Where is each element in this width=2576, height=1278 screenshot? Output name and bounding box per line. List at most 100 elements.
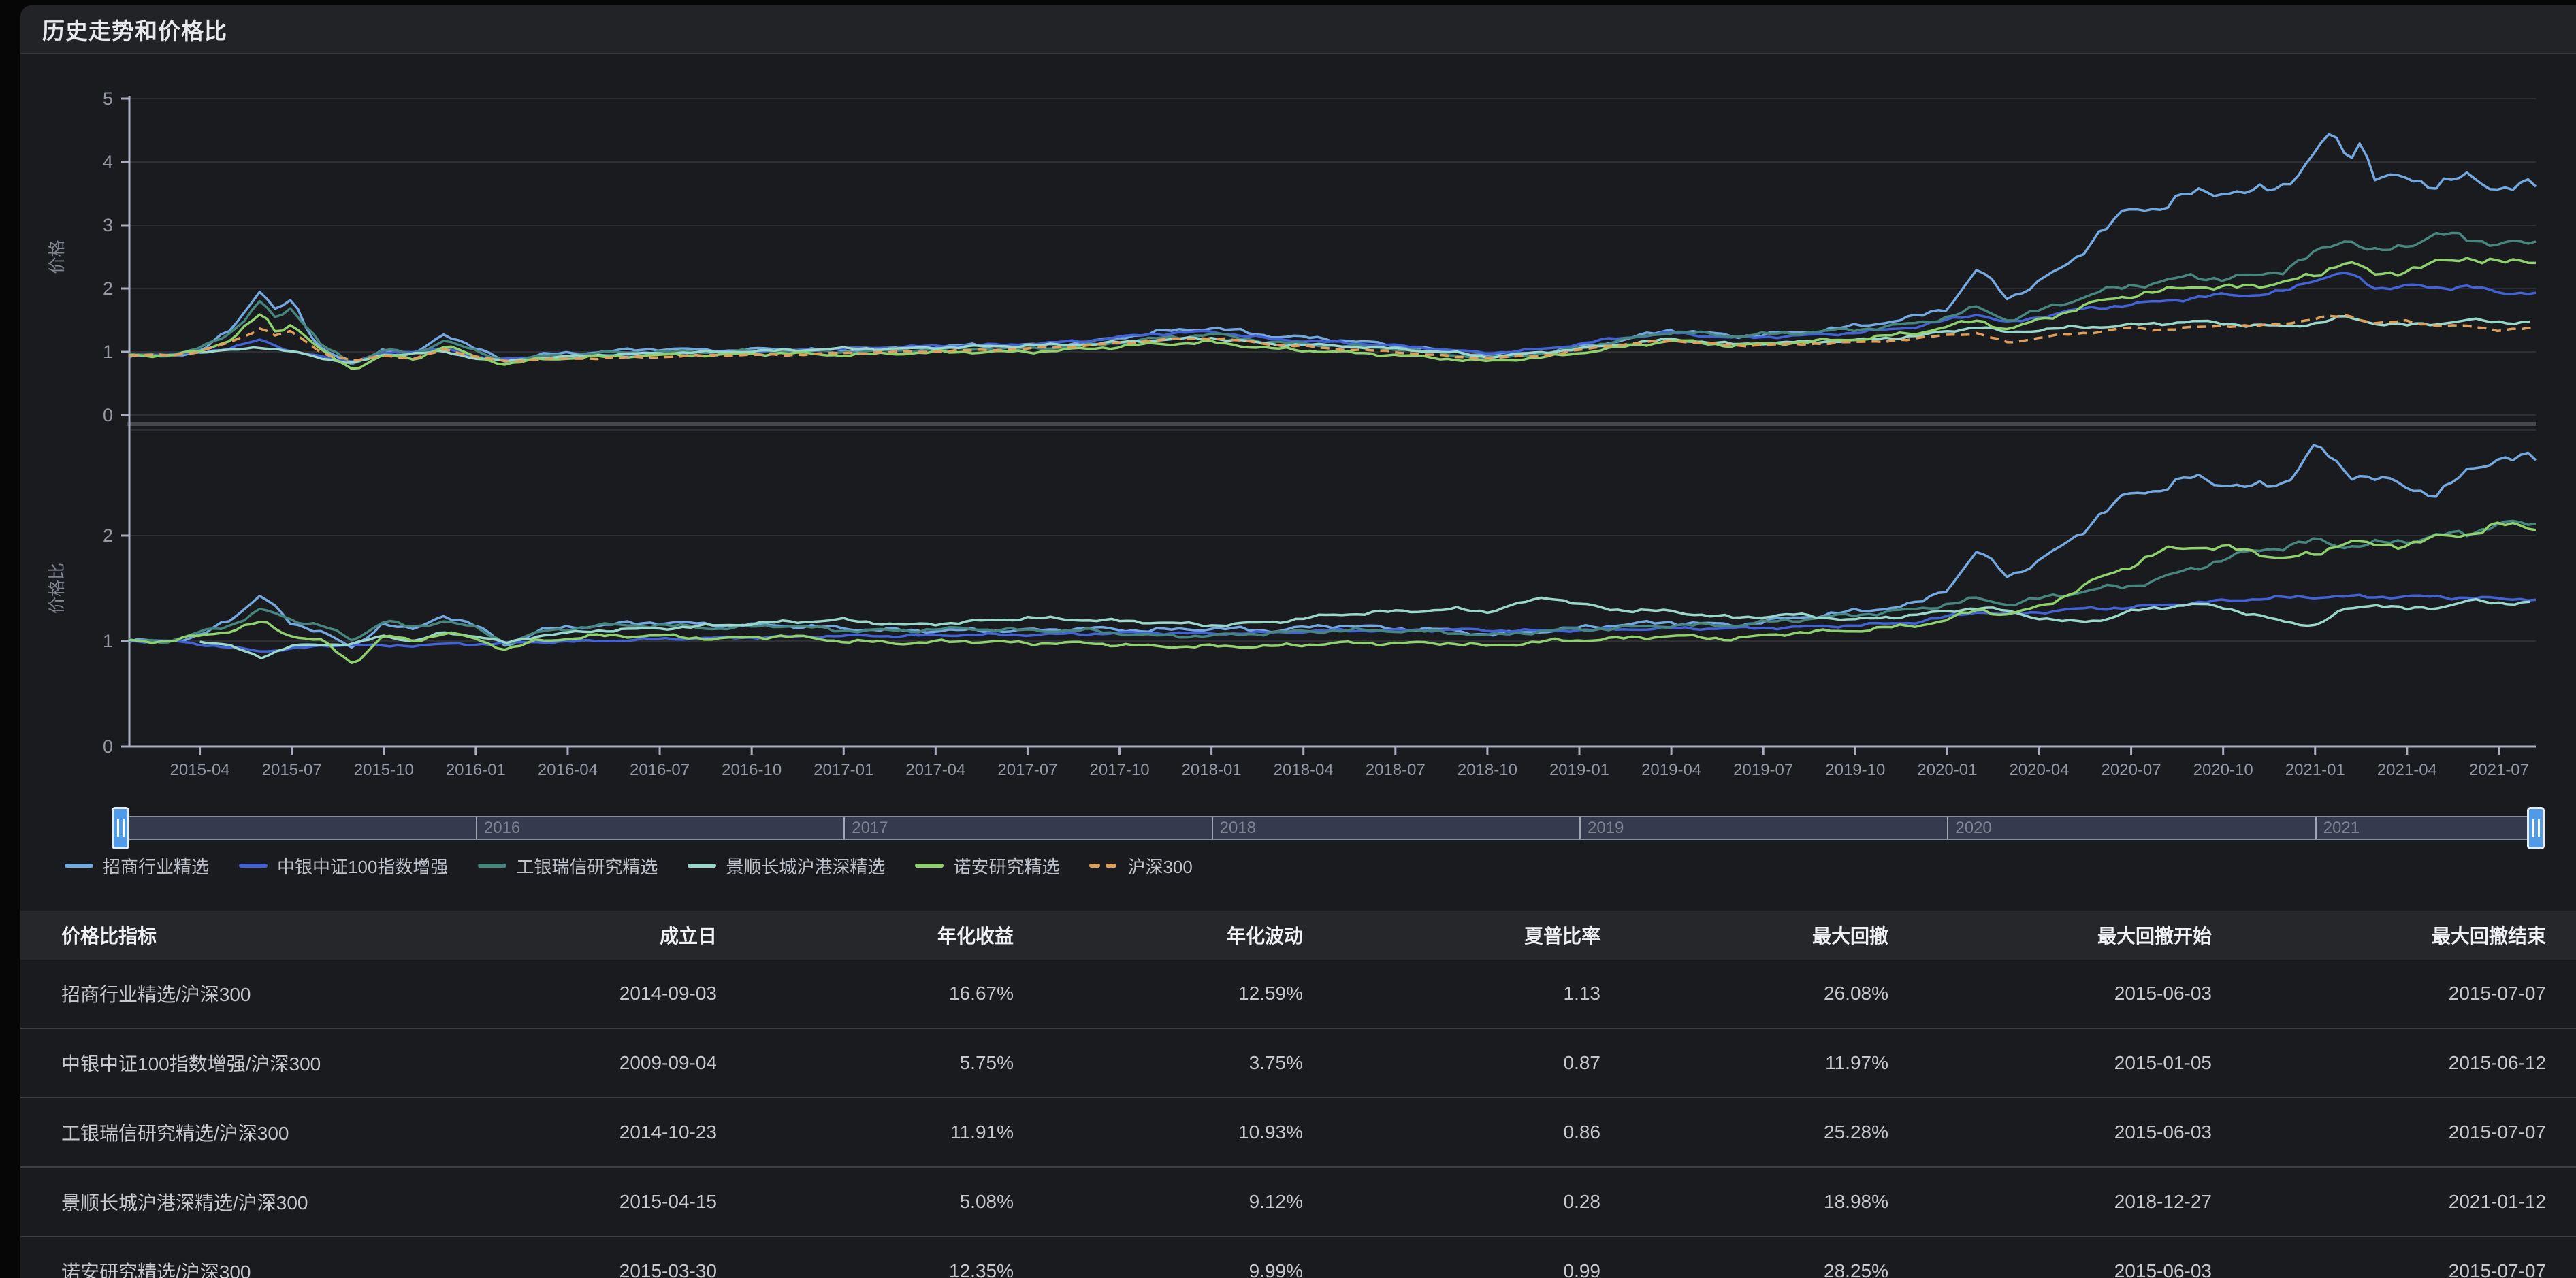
x-axis-label: 2015-10 — [354, 761, 414, 779]
ratio-axis-tick-label: 1 — [103, 631, 113, 651]
legend-label: 诺安研究精选 — [953, 853, 1059, 879]
x-axis-label: 2019-04 — [1641, 761, 1701, 779]
table-cell: 2014-10-23 — [442, 1098, 718, 1167]
table-cell: 招商行业精选/沪深300 — [20, 960, 442, 1028]
app-window: 历史走势和价格比 012345012价格价格比2015-042015-07201… — [0, 0, 2576, 1278]
x-axis-label: 2020-01 — [1917, 761, 1977, 779]
ratio-axis-tick-label: 2 — [103, 525, 113, 546]
axes: 012345012价格价格比2015-042015-072015-102016-… — [48, 88, 2536, 779]
legend-item-5[interactable]: 沪深300 — [1089, 853, 1192, 879]
table-cell: 工银瑞信研究精选/沪深300 — [20, 1098, 442, 1167]
legend-marker-icon — [65, 864, 93, 868]
x-axis-label: 2017-10 — [1089, 761, 1149, 779]
slider-handle-right[interactable] — [2527, 807, 2545, 849]
price-axis-name: 价格 — [48, 240, 67, 274]
x-axis-label: 2018-04 — [1274, 761, 1334, 779]
x-axis-label: 2020-04 — [2009, 761, 2069, 779]
x-axis-label: 2020-10 — [2193, 761, 2253, 779]
x-axis-label: 2015-04 — [170, 761, 230, 779]
legend-item-3[interactable]: 景顺长城沪港深精选 — [688, 853, 885, 879]
table-cell: 诺安研究精选/沪深300 — [20, 1236, 442, 1278]
ratio-series-line-4[interactable] — [129, 523, 2536, 663]
metrics-table: 价格比指标成立日年化收益年化波动夏普比率最大回撤最大回撤开始最大回撤结束 招商行… — [20, 911, 2576, 1278]
x-axis-label: 2017-01 — [814, 761, 873, 779]
chart-legend: 招商行业精选 中银中证100指数增强 工银瑞信研究精选 景顺长城沪港深精选 诺安研究精选… — [65, 853, 1193, 878]
table-cell: 0.28 — [1304, 1167, 1601, 1236]
table-cell: 2015-06-03 — [1889, 1236, 2212, 1278]
ratio-series-line-0[interactable] — [129, 445, 2536, 647]
table-cell: 0.86 — [1304, 1098, 1601, 1167]
table-cell: 2015-06-03 — [1889, 1098, 2212, 1167]
slider-year-divider — [1579, 817, 1581, 839]
x-axis-label: 2018-07 — [1366, 761, 1426, 779]
slider-handle-left[interactable] — [112, 807, 129, 849]
x-axis-label: 2019-10 — [1825, 761, 1885, 779]
legend-item-4[interactable]: 诺安研究精选 — [915, 853, 1059, 879]
table-cell: 25.28% — [1601, 1098, 1889, 1167]
legend-marker-icon — [239, 864, 268, 868]
slider-year-label: 2021 — [2323, 819, 2360, 838]
table-row: 招商行业精选/沪深3002014-09-0316.67%12.59%1.1326… — [20, 960, 2576, 1028]
table-cell: 景顺长城沪港深精选/沪深300 — [20, 1167, 442, 1236]
slider-year-label: 2019 — [1588, 819, 1624, 838]
price-axis-tick-label: 4 — [103, 152, 113, 172]
table-cell: 11.91% — [718, 1098, 1014, 1167]
slider-year-label: 2017 — [852, 819, 888, 838]
table-cell: 2015-07-07 — [2212, 1236, 2576, 1278]
slider-year-label: 2020 — [1955, 819, 1991, 838]
price-axis-tick-label: 2 — [103, 278, 113, 299]
table-cell: 2015-03-30 — [442, 1236, 718, 1278]
table-header-cell: 年化波动 — [1014, 911, 1304, 960]
table-cell: 2015-07-07 — [2212, 1098, 2576, 1167]
x-axis-label: 2017-07 — [997, 761, 1057, 779]
slider-year-divider — [1212, 817, 1213, 839]
x-axis-label: 2018-01 — [1182, 761, 1242, 779]
table-cell: 中银中证100指数增强/沪深300 — [20, 1028, 442, 1098]
legend-item-1[interactable]: 中银中证100指数增强 — [239, 853, 448, 879]
price-axis-tick-label: 5 — [103, 88, 113, 109]
price-axis-tick-label: 3 — [103, 215, 113, 235]
table-header-cell: 最大回撤开始 — [1889, 911, 2212, 960]
table-cell: 2015-06-03 — [1889, 960, 2212, 1028]
table-cell: 16.67% — [718, 960, 1014, 1028]
table-header-row: 价格比指标成立日年化收益年化波动夏普比率最大回撤最大回撤开始最大回撤结束 — [20, 911, 2576, 960]
table-row: 中银中证100指数增强/沪深3002009-09-045.75%3.75%0.8… — [20, 1028, 2576, 1098]
table-header-cell: 夏普比率 — [1304, 911, 1601, 960]
table-row: 工银瑞信研究精选/沪深3002014-10-2311.91%10.93%0.86… — [20, 1098, 2576, 1167]
table-cell: 26.08% — [1601, 960, 1889, 1028]
x-axis-label: 2017-04 — [905, 761, 965, 779]
table-cell: 11.97% — [1601, 1028, 1889, 1098]
legend-marker-icon — [1089, 864, 1118, 868]
x-axis-label: 2021-01 — [2285, 761, 2345, 779]
price-series-line-2[interactable] — [129, 233, 2536, 363]
chart-canvas[interactable]: 012345012价格价格比2015-042015-072015-102016-… — [0, 0, 2576, 789]
table-header-cell: 年化收益 — [718, 911, 1014, 960]
legend-label: 工银瑞信研究精选 — [516, 853, 658, 879]
legend-label: 招商行业精选 — [103, 853, 209, 879]
ratio-axis-tick-label: 0 — [103, 736, 113, 757]
x-axis-label: 2016-10 — [722, 761, 782, 779]
table-cell: 2015-04-15 — [442, 1167, 718, 1236]
table-row: 景顺长城沪港深精选/沪深3002015-04-155.08%9.12%0.281… — [20, 1167, 2576, 1236]
legend-marker-icon — [688, 864, 716, 868]
x-axis-label: 2015-07 — [262, 761, 322, 779]
legend-item-2[interactable]: 工银瑞信研究精选 — [478, 853, 658, 879]
legend-item-0[interactable]: 招商行业精选 — [65, 853, 209, 879]
slider-year-divider — [1947, 817, 1948, 839]
slider-year-label: 2016 — [484, 819, 520, 838]
table-cell: 12.59% — [1014, 960, 1304, 1028]
x-axis-label: 2019-07 — [1733, 761, 1793, 779]
table-cell: 2009-09-04 — [442, 1028, 718, 1098]
legend-label: 景顺长城沪港深精选 — [726, 853, 885, 879]
table-header-cell: 最大回撤结束 — [2212, 911, 2576, 960]
ratio-series-line-2[interactable] — [129, 521, 2536, 643]
table-body: 招商行业精选/沪深3002014-09-0316.67%12.59%1.1326… — [20, 960, 2576, 1278]
price-series-line-1[interactable] — [129, 273, 2536, 361]
table-cell: 5.75% — [718, 1028, 1014, 1098]
table-cell: 18.98% — [1601, 1167, 1889, 1236]
table-cell: 9.12% — [1014, 1167, 1304, 1236]
datazoom-slider[interactable]: 201620172018201920202021 — [120, 816, 2536, 840]
x-axis-label: 2016-07 — [630, 761, 690, 779]
table-cell: 0.87 — [1304, 1028, 1601, 1098]
table-header-cell: 成立日 — [442, 911, 718, 960]
